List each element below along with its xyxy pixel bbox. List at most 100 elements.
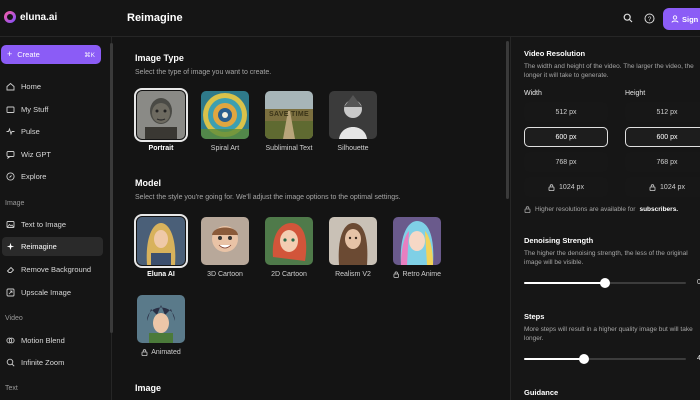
steps-slider-thumb[interactable] xyxy=(579,354,589,364)
width-option-600[interactable]: 600 px xyxy=(524,127,608,147)
silhouette-thumbnail xyxy=(329,91,377,139)
width-option-1024[interactable]: 1024 px xyxy=(524,177,608,197)
lock-icon xyxy=(141,349,148,356)
plus-icon: + xyxy=(7,49,13,59)
sidebar-item-text-to-image[interactable]: Text to Image xyxy=(2,215,103,234)
model-label: 2D Cartoon xyxy=(271,271,307,278)
lock-icon xyxy=(393,271,399,278)
image-type-label: Subliminal Text xyxy=(265,145,313,152)
denoising-slider-thumb[interactable] xyxy=(600,278,610,288)
sidebar-item-pulse[interactable]: Pulse xyxy=(2,122,103,141)
home-icon xyxy=(6,82,15,91)
sidebar-item-label: Motion Blend xyxy=(21,336,65,345)
portrait-thumbnail xyxy=(134,88,188,142)
sidebar-item-motion-blend[interactable]: Motion Blend xyxy=(2,331,103,350)
model-subtitle: Select the style you're going for. We'll… xyxy=(135,194,401,201)
sidebar-item-upscale-image[interactable]: Upscale Image xyxy=(2,283,103,302)
sidebar-item-label: Pulse xyxy=(21,127,40,136)
height-option-1024[interactable]: 1024 px xyxy=(625,177,700,197)
animated-thumbnail xyxy=(137,295,185,343)
model-eluna-ai[interactable]: Eluna AI xyxy=(134,214,188,278)
height-label: Height xyxy=(625,90,646,97)
help-icon[interactable]: ? xyxy=(642,11,656,25)
brand-logo[interactable]: eluna.ai xyxy=(4,11,57,23)
lock-icon xyxy=(524,206,531,213)
model-label: Retro Anime xyxy=(402,271,441,278)
main-scrollbar[interactable] xyxy=(506,41,509,199)
eluna-ai-thumbnail xyxy=(134,214,188,268)
guidance-title: Guidance xyxy=(524,388,559,397)
page-title: Reimagine xyxy=(127,12,183,24)
height-option-600[interactable]: 600 px xyxy=(625,127,700,147)
sidebar-item-my-stuff[interactable]: My Stuff xyxy=(2,100,103,119)
sidebar-item-label: Text to Image xyxy=(21,220,67,229)
model-label: 3D Cartoon xyxy=(207,271,243,278)
denoising-title: Denoising Strength xyxy=(524,236,594,245)
model-3d-cartoon[interactable]: 3D Cartoon xyxy=(201,217,249,278)
3d-cartoon-thumbnail xyxy=(201,217,249,265)
2d-cartoon-thumbnail xyxy=(265,217,313,265)
sidebar-item-reimagine[interactable]: Reimagine xyxy=(2,237,103,256)
subscriber-note-text: Higher resolutions are available for xyxy=(535,206,636,213)
sidebar-item-remove-background[interactable]: Remove Background xyxy=(2,260,103,279)
sidebar-item-label: Reimagine xyxy=(21,242,57,251)
image-type-silhouette[interactable]: Silhouette xyxy=(329,91,377,152)
image-type-label: Silhouette xyxy=(337,145,369,152)
sidebar-item-label: Home xyxy=(21,82,42,91)
width-option-label: 1024 px xyxy=(559,183,584,191)
sign-in-button[interactable]: Sign In xyxy=(663,8,700,30)
resolution-title: Video Resolution xyxy=(524,49,586,58)
sidebar-item-label: Upscale Image xyxy=(21,288,72,297)
steps-slider[interactable] xyxy=(524,354,686,364)
image-type-title: Image Type xyxy=(135,53,184,63)
height-option-512[interactable]: 512 px xyxy=(625,102,700,122)
model-label-locked: Retro Anime xyxy=(393,271,441,278)
create-button[interactable]: + Create ⌘K xyxy=(1,45,101,64)
subscriber-note: Higher resolutions are available for sub… xyxy=(524,206,678,213)
width-option-512[interactable]: 512 px xyxy=(524,102,608,122)
zoom-icon xyxy=(6,358,15,367)
image-type-spiral-art[interactable]: Spiral Art xyxy=(201,91,249,152)
eraser-icon xyxy=(6,265,15,274)
model-animated[interactable]: Animated xyxy=(137,295,185,356)
svg-text:?: ? xyxy=(647,16,651,23)
sidebar-item-infinite-zoom[interactable]: Infinite Zoom xyxy=(2,353,103,372)
model-realism-v2[interactable]: Realism V2 xyxy=(329,217,377,278)
subscriber-link[interactable]: subscribers. xyxy=(639,206,678,213)
image-type-label: Spiral Art xyxy=(210,145,240,152)
pulse-icon xyxy=(6,127,15,136)
image-type-subliminal-text[interactable]: SAVE TIME Subliminal Text xyxy=(265,91,313,152)
lock-icon xyxy=(649,183,656,191)
chat-icon xyxy=(6,150,15,159)
sidebar-item-wiz-gpt[interactable]: Wiz GPT xyxy=(2,145,103,164)
steps-title: Steps xyxy=(524,312,545,321)
app-root: eluna.ai Reimagine ? Sign In + Create ⌘K… xyxy=(0,0,700,400)
sidebar-item-label: Explore xyxy=(21,172,47,181)
denoising-slider[interactable] xyxy=(524,278,686,288)
create-label: Create xyxy=(17,50,40,59)
model-label: Animated xyxy=(151,349,181,356)
sidebar-section-video: Video xyxy=(5,315,23,322)
blend-icon xyxy=(6,336,15,345)
height-option-768[interactable]: 768 px xyxy=(625,152,700,172)
folder-icon xyxy=(6,105,15,114)
model-2d-cartoon[interactable]: 2D Cartoon xyxy=(265,217,313,278)
search-icon[interactable] xyxy=(621,11,635,25)
sidebar-item-explore[interactable]: Explore xyxy=(2,167,103,186)
brand-name: eluna.ai xyxy=(20,11,58,23)
denoising-subtitle: The higher the denoising strength, the l… xyxy=(524,250,688,266)
sidebar-item-home[interactable]: Home xyxy=(2,77,103,96)
model-label: Eluna AI xyxy=(147,271,175,278)
sidebar-section-image: Image xyxy=(5,200,25,207)
subliminal-thumb-text: SAVE TIME xyxy=(269,111,309,118)
width-option-768[interactable]: 768 px xyxy=(524,152,608,172)
steps-subtitle: More steps will result in a higher quali… xyxy=(524,326,693,342)
image-type-portrait[interactable]: Portrait xyxy=(134,88,188,152)
compass-icon xyxy=(6,172,15,181)
realism-v2-thumbnail xyxy=(329,217,377,265)
sidebar-item-label: My Stuff xyxy=(21,105,49,114)
retro-anime-thumbnail xyxy=(393,217,441,265)
sparkle-icon xyxy=(6,242,15,251)
height-option-label: 1024 px xyxy=(660,183,685,191)
model-retro-anime[interactable]: Retro Anime xyxy=(393,217,441,278)
